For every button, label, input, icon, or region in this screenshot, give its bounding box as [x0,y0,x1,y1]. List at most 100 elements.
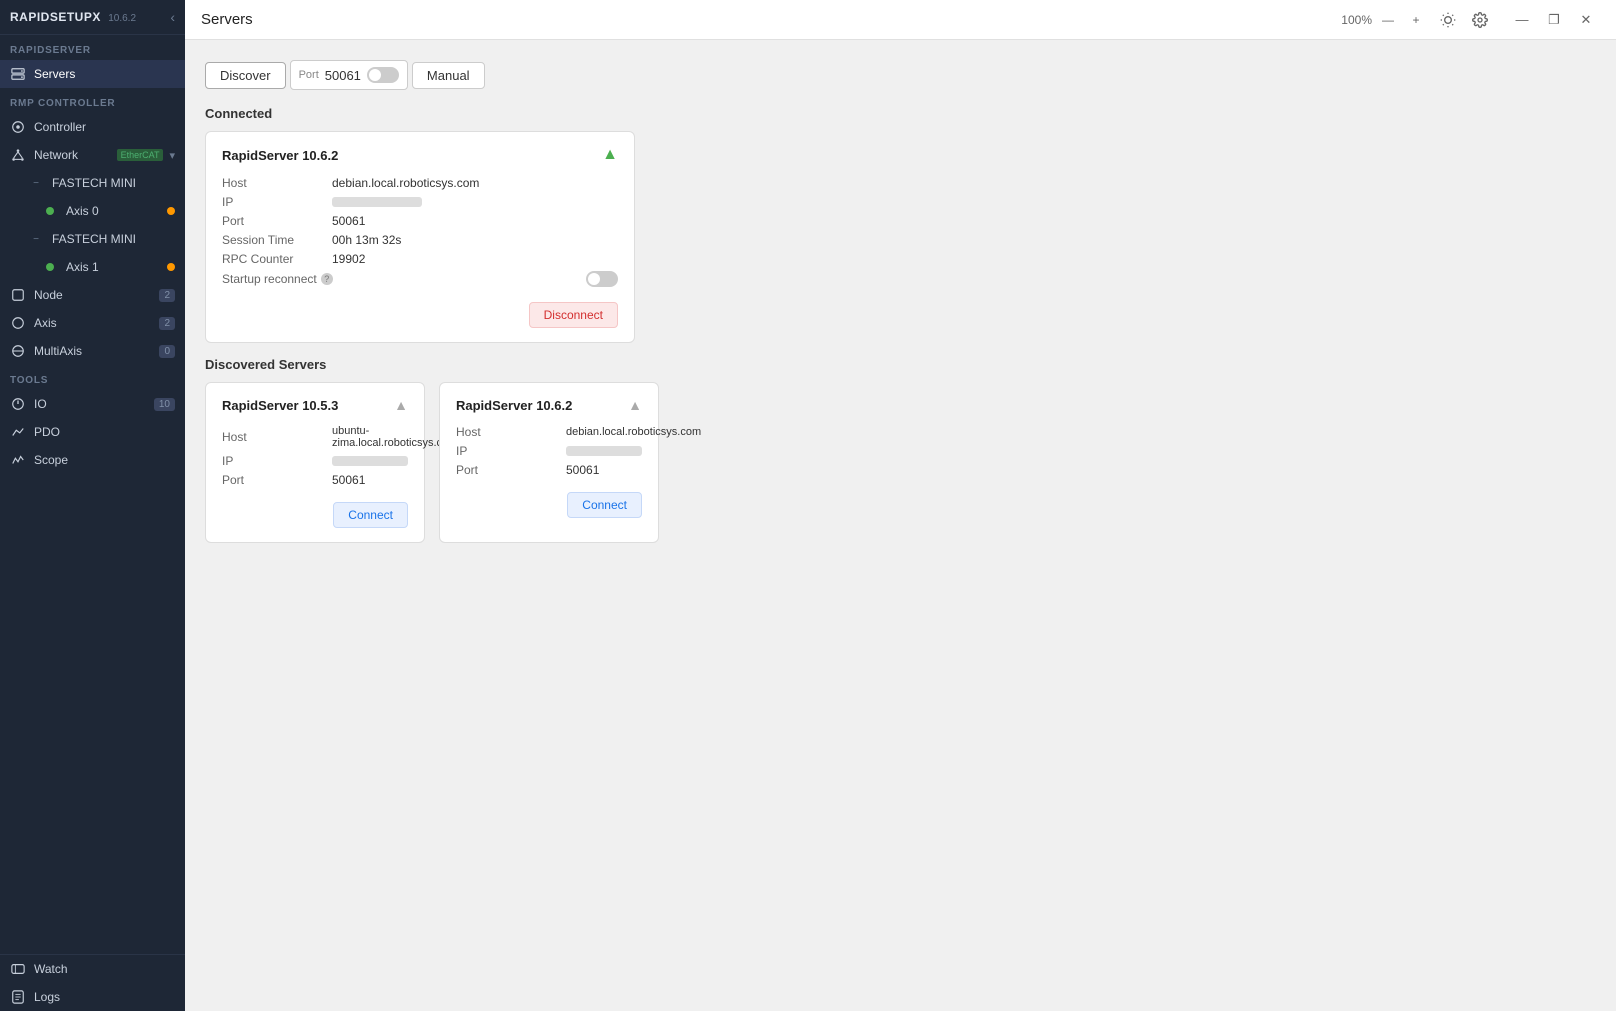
multiaxis-icon [10,343,26,359]
io-label: IO [34,397,154,411]
fastech2-expand-icon: − [28,231,44,247]
ethercat-badge: EtherCAT [117,149,164,161]
host-value: debian.local.roboticsys.com [332,176,479,190]
disc-card-0-title: RapidServer 10.5.3 [222,398,338,413]
sidebar-item-network[interactable]: Network EtherCAT ▾ [0,141,185,169]
connected-port-row: Port 50061 [222,214,618,228]
disc-1-connect-button[interactable]: Connect [567,492,642,518]
port-toggle[interactable] [367,67,399,83]
disc-1-ip-row: IP [456,444,642,458]
sidebar-item-axis-0[interactable]: Axis 0 [0,197,185,225]
scope-icon [10,452,26,468]
servers-icon [10,66,26,82]
port-field-value: 50061 [332,214,365,228]
disc-0-port-row: Port 50061 [222,473,408,487]
network-icon [10,147,26,163]
disc-0-host-row: Host ubuntu-zima.local.roboticsys.com [222,425,408,449]
disc-card-0-header: RapidServer 10.5.3 ▲ [222,397,408,413]
axis-0-status-icon [42,203,58,219]
disc-1-host-row: Host debian.local.roboticsys.com [456,425,642,439]
sidebar-collapse-button[interactable]: ‹ [170,10,175,24]
sidebar-item-servers[interactable]: Servers [0,60,185,88]
controller-icon [10,119,26,135]
disc-1-host-label: Host [456,425,566,439]
rpc-counter-row: RPC Counter 19902 [222,252,618,266]
watch-icon [10,961,26,977]
network-collapse-icon[interactable]: ▾ [169,149,175,162]
sidebar-item-node[interactable]: Node 2 [0,281,185,309]
sidebar: RAPIDSETUPX 10.6.2 ‹ RAPIDSERVER Servers… [0,0,185,1011]
connected-ip-row: IP [222,195,618,209]
axis-icon [10,315,26,331]
disc-1-port-label: Port [456,463,566,477]
content-area: Discover Port 50061 Manual Connected Rap… [185,40,1616,1011]
rmp-controller-section-label: RMP CONTROLLER [0,88,185,113]
sidebar-item-logs[interactable]: Logs [0,983,185,1011]
brightness-button[interactable] [1436,8,1460,32]
tabs-row: Discover Port 50061 Manual [205,60,1596,90]
sidebar-item-pdo[interactable]: PDO [0,418,185,446]
disconnect-btn-row: Disconnect [222,292,618,328]
axis-badge: 2 [159,317,175,330]
disc-card-1-header: RapidServer 10.6.2 ▲ [456,397,642,413]
disc-1-ip-blurred [566,446,642,456]
disc-1-port-value: 50061 [566,463,599,477]
axis-1-status-icon [42,259,58,275]
minimize-button[interactable]: — [1508,6,1536,34]
sidebar-item-fastech-mini-2[interactable]: − FASTECH MINI [0,225,185,253]
ip-value-blurred [332,197,422,207]
sidebar-item-io[interactable]: IO 10 [0,390,185,418]
host-label: Host [222,176,332,190]
sidebar-item-fastech-mini-1[interactable]: − FASTECH MINI [0,169,185,197]
fastech-mini-2-label: FASTECH MINI [52,232,175,246]
app-title-group: RAPIDSETUPX 10.6.2 [10,10,136,24]
rapidserver-section-label: RAPIDSERVER [0,35,185,60]
sidebar-item-watch[interactable]: Watch [0,955,185,983]
discover-tab[interactable]: Discover [205,62,286,89]
disc-0-ip-blurred [332,456,408,466]
io-icon [10,396,26,412]
disconnect-button[interactable]: Disconnect [529,302,618,328]
node-badge: 2 [159,289,175,302]
sidebar-item-axis[interactable]: Axis 2 [0,309,185,337]
discovered-card-0: RapidServer 10.5.3 ▲ Host ubuntu-zima.lo… [205,382,425,543]
startup-reconnect-label: Startup reconnect ? [222,272,333,286]
startup-reconnect-toggle[interactable] [586,271,618,287]
window-controls: — ❐ ✕ [1508,6,1600,34]
connected-card-header: RapidServer 10.6.2 ▲ [222,146,618,164]
sidebar-item-axis-1[interactable]: Axis 1 [0,253,185,281]
discovered-card-1: RapidServer 10.6.2 ▲ Host debian.local.r… [439,382,659,543]
manual-tab[interactable]: Manual [412,62,485,89]
pdo-icon [10,424,26,440]
sidebar-item-scope[interactable]: Scope [0,446,185,474]
sidebar-item-controller[interactable]: Controller [0,113,185,141]
app-title: RAPIDSETUPX [10,10,101,24]
main-content: Servers 100% — + — ❐ ✕ Discover [185,0,1616,1011]
disc-0-connect-button[interactable]: Connect [333,502,408,528]
multiaxis-label: MultiAxis [34,344,159,358]
disc-0-connect-btn-row: Connect [222,492,408,528]
disc-1-ip-label: IP [456,444,566,458]
titlebar: Servers 100% — + — ❐ ✕ [185,0,1616,40]
sidebar-controller-label: Controller [34,120,175,134]
sidebar-item-multiaxis[interactable]: MultiAxis 0 [0,337,185,365]
connected-host-row: Host debian.local.roboticsys.com [222,176,618,190]
discovered-grid: RapidServer 10.5.3 ▲ Host ubuntu-zima.lo… [205,382,1596,543]
session-time-label: Session Time [222,233,332,247]
rpc-counter-value: 19902 [332,252,365,266]
maximize-button[interactable]: ❐ [1540,6,1568,34]
multiaxis-badge: 0 [159,345,175,358]
logs-icon [10,989,26,1005]
fastech-expand-icon: − [28,175,44,191]
session-time-value: 00h 13m 32s [332,233,401,247]
disc-card-1-title: RapidServer 10.6.2 [456,398,572,413]
connected-server-title: RapidServer 10.6.2 [222,148,338,163]
app-version: 10.6.2 [108,13,136,24]
connected-card: RapidServer 10.6.2 ▲ Host debian.local.r… [205,131,635,343]
zoom-out-button[interactable]: — [1376,8,1400,32]
settings-button[interactable] [1468,8,1492,32]
zoom-in-button[interactable]: + [1404,8,1428,32]
close-button[interactable]: ✕ [1572,6,1600,34]
axis-1-label: Axis 1 [66,260,167,274]
disc-1-connect-btn-row: Connect [456,482,642,518]
